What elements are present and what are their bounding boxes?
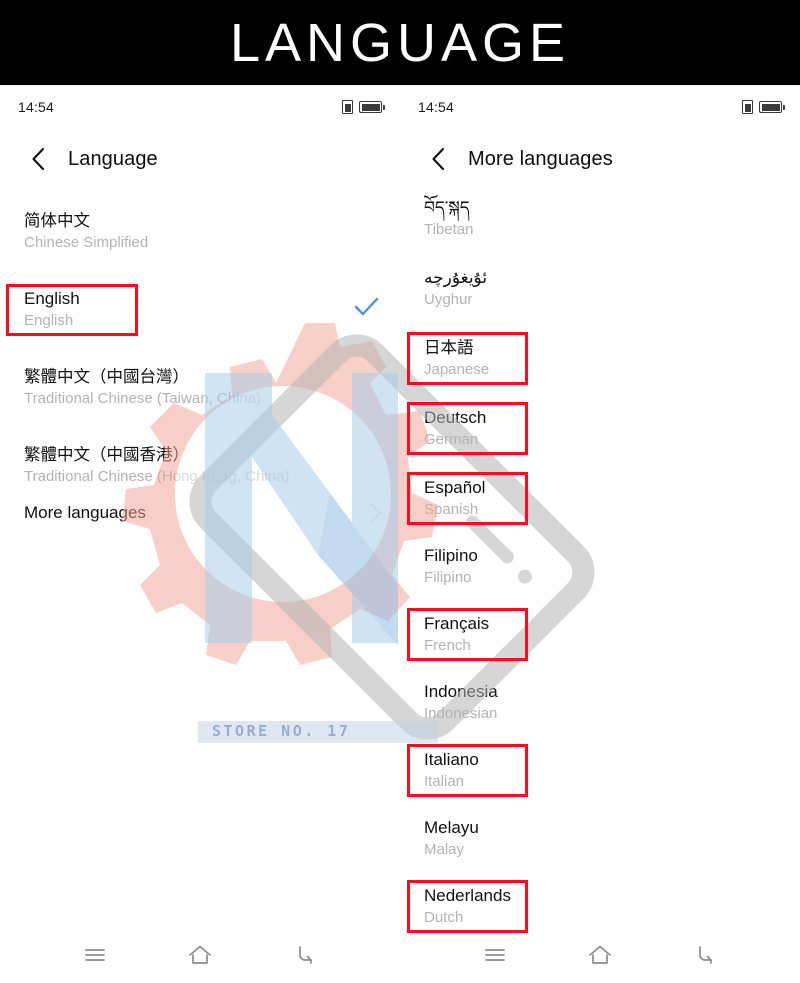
list-item[interactable]: ئۇيغۇرچە Uyghur <box>400 267 800 311</box>
right-app-bar: More languages <box>400 137 800 181</box>
banner-title: LANGUAGE <box>229 12 571 73</box>
list-item[interactable]: Filipino Filipino <box>400 545 800 589</box>
home-icon[interactable] <box>583 938 617 972</box>
home-icon[interactable] <box>183 938 217 972</box>
language-native-name: 简体中文 <box>24 211 90 230</box>
language-english-name: Malay <box>424 841 465 859</box>
left-nav-bar <box>0 927 400 983</box>
back-arrow-icon[interactable] <box>288 938 322 972</box>
right-status-icons <box>742 100 785 114</box>
right-phone-screen: 14:54 More languages བོད་སྐད Tibetan ئۇي… <box>400 85 800 983</box>
screenshot-root: LANGUAGE 14:54 Language 简体中文 Chinese Sim… <box>0 0 800 983</box>
highlight-box-english <box>6 284 138 336</box>
language-english-name: Chinese Simplified <box>24 233 149 251</box>
left-phone-screen: 14:54 Language 简体中文 Chinese Simplified E… <box>0 85 400 983</box>
left-status-bar: 14:54 <box>0 93 400 121</box>
language-english-name: Traditional Chinese (Taiwan, China) <box>24 389 262 407</box>
battery-icon <box>359 101 385 113</box>
chevron-right-icon <box>368 502 384 524</box>
language-native-name: ئۇيغۇرچە <box>424 268 488 288</box>
highlight-box-french <box>407 608 528 661</box>
list-item[interactable]: Melayu Malay <box>400 817 800 861</box>
checkmark-icon <box>352 295 382 317</box>
language-english-name: Uyghur <box>424 291 473 309</box>
right-nav-bar <box>400 927 800 983</box>
battery-icon <box>759 101 785 113</box>
right-status-bar: 14:54 <box>400 93 800 121</box>
highlight-box-german <box>407 402 528 455</box>
language-english-name: Traditional Chinese (Hong Kong, China) <box>24 467 290 485</box>
more-languages-label: More languages <box>24 503 146 522</box>
highlight-box-italian <box>407 744 528 797</box>
language-native-name: 繁體中文（中國台灣） <box>24 367 189 386</box>
language-native-name: 繁體中文（中國香港） <box>24 445 189 464</box>
left-status-icons <box>342 100 385 114</box>
list-item[interactable]: 繁體中文（中國台灣） Traditional Chinese (Taiwan, … <box>0 366 400 409</box>
chevron-left-icon[interactable] <box>422 142 456 176</box>
list-item[interactable]: Indonesia Indonesian <box>400 681 800 725</box>
title-banner: LANGUAGE <box>0 0 800 85</box>
language-native-name: Indonesia <box>424 682 498 701</box>
sim-card-icon <box>742 100 753 114</box>
banner-divider <box>0 85 800 86</box>
highlight-box-dutch <box>407 880 528 933</box>
sim-card-icon <box>342 100 353 114</box>
language-native-name: བོད་སྐད <box>424 198 470 218</box>
more-languages-row[interactable]: More languages <box>0 502 400 524</box>
right-page-title: More languages <box>468 147 613 170</box>
left-status-clock: 14:54 <box>18 99 55 115</box>
language-native-name: Melayu <box>424 818 479 837</box>
list-item[interactable]: 繁體中文（中國香港） Traditional Chinese (Hong Kon… <box>0 444 400 487</box>
list-item[interactable]: བོད་སྐད Tibetan <box>400 197 800 241</box>
left-app-bar: Language <box>0 137 400 181</box>
chevron-left-icon[interactable] <box>22 142 56 176</box>
language-english-name: Filipino <box>424 569 472 587</box>
highlight-box-japanese <box>407 332 528 385</box>
back-arrow-icon[interactable] <box>688 938 722 972</box>
right-status-clock: 14:54 <box>418 99 455 115</box>
phone-screens: 14:54 Language 简体中文 Chinese Simplified E… <box>0 85 800 983</box>
left-page-title: Language <box>68 147 158 170</box>
language-native-name: Filipino <box>424 546 478 565</box>
list-item[interactable]: 简体中文 Chinese Simplified <box>0 210 400 253</box>
recents-menu-icon[interactable] <box>478 938 512 972</box>
highlight-box-spanish <box>407 472 528 525</box>
recents-menu-icon[interactable] <box>78 938 112 972</box>
language-english-name: Tibetan <box>424 221 474 239</box>
language-english-name: Indonesian <box>424 705 498 723</box>
